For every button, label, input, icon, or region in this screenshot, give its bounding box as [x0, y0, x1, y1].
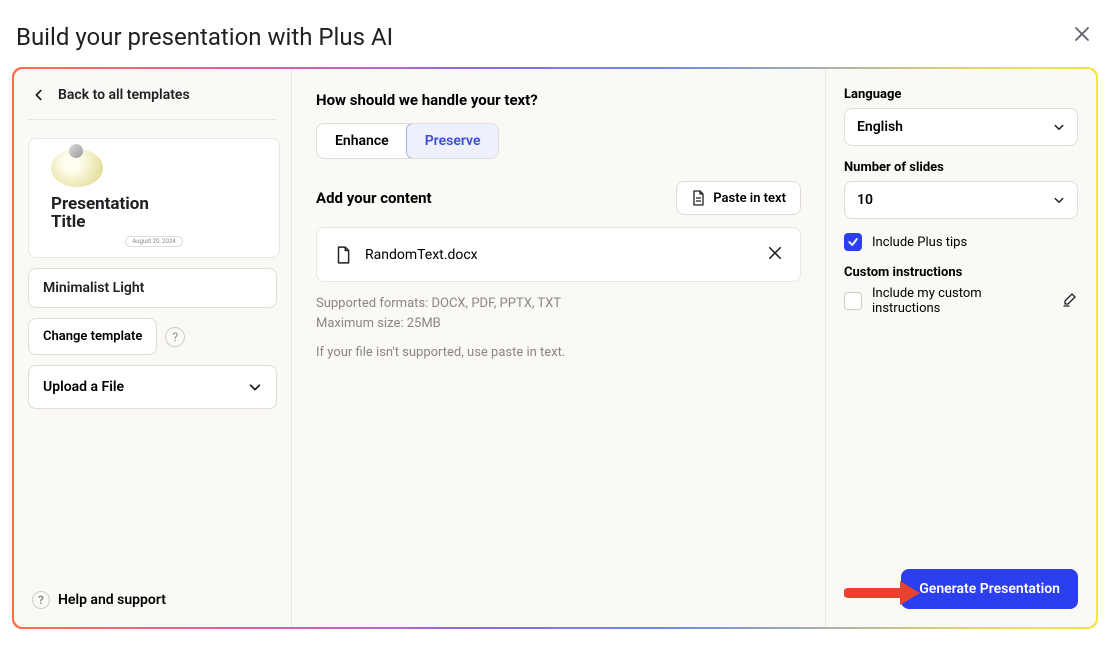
edit-icon — [1062, 291, 1078, 307]
include-tips-checkbox[interactable] — [844, 233, 862, 251]
chevron-down-icon — [248, 380, 262, 394]
remove-file-button[interactable] — [768, 244, 782, 265]
chevron-left-icon — [32, 88, 46, 102]
help-support-label: Help and support — [58, 592, 166, 608]
change-template-button[interactable]: Change template — [28, 318, 157, 355]
paste-label: Paste in text — [713, 191, 786, 206]
content-panel: How should we handle your text? Enhance … — [292, 69, 826, 627]
template-name-field[interactable]: Minimalist Light — [28, 268, 277, 308]
custom-instructions-heading: Custom instructions — [844, 265, 1078, 280]
include-custom-checkbox[interactable] — [844, 292, 862, 310]
orb-graphic — [51, 149, 103, 187]
text-handling-heading: How should we handle your text? — [316, 91, 801, 109]
settings-panel: Language English Number of slides 10 Inc… — [826, 69, 1096, 627]
question-icon: ? — [38, 593, 44, 607]
max-size-text: Maximum size: 25MB — [316, 314, 801, 334]
slides-label: Number of slides — [844, 160, 1078, 175]
template-sidebar: Back to all templates Presentation Title… — [14, 69, 292, 627]
uploaded-file-chip: RandomText.docx — [316, 227, 801, 282]
check-icon — [847, 236, 859, 248]
add-content-heading: Add your content — [316, 189, 432, 207]
generate-presentation-button[interactable]: Generate Presentation — [901, 569, 1078, 609]
fallback-text: If your file isn't supported, use paste … — [316, 343, 801, 363]
chevron-down-icon — [1053, 121, 1065, 133]
supported-formats-text: Supported formats: DOCX, PDF, PPTX, TXT — [316, 294, 801, 314]
include-custom-label: Include my custom instructions — [872, 286, 1052, 316]
chevron-down-icon — [1053, 194, 1065, 206]
document-icon — [691, 190, 705, 206]
slides-value: 10 — [857, 192, 873, 208]
language-value: English — [857, 119, 903, 135]
edit-custom-button[interactable] — [1062, 291, 1078, 311]
template-thumbnail: Presentation Title August 20, 2024 — [28, 138, 280, 258]
language-label: Language — [844, 87, 1078, 102]
file-icon — [335, 246, 351, 264]
text-handling-segment: Enhance Preserve — [316, 123, 499, 159]
preserve-option[interactable]: Preserve — [406, 123, 500, 159]
back-to-templates-button[interactable]: Back to all templates — [28, 87, 277, 120]
slides-select[interactable]: 10 — [844, 181, 1078, 219]
close-button[interactable] — [1070, 22, 1094, 51]
template-help-button[interactable]: ? — [165, 327, 185, 347]
paste-in-text-button[interactable]: Paste in text — [676, 181, 801, 215]
thumb-title-1: Presentation — [51, 195, 257, 214]
back-label: Back to all templates — [58, 87, 190, 103]
enhance-option[interactable]: Enhance — [317, 124, 407, 158]
help-support-link[interactable]: ? Help and support — [32, 591, 166, 609]
upload-file-select[interactable]: Upload a File — [28, 365, 277, 409]
close-icon — [768, 246, 782, 260]
close-icon — [1074, 26, 1090, 42]
question-icon: ? — [172, 330, 178, 344]
thumb-title-2: Title — [51, 213, 257, 232]
language-select[interactable]: English — [844, 108, 1078, 146]
upload-label: Upload a File — [43, 379, 124, 395]
include-tips-label: Include Plus tips — [872, 235, 967, 250]
thumb-date: August 20, 2024 — [125, 236, 182, 247]
file-name: RandomText.docx — [365, 247, 478, 263]
page-title: Build your presentation with Plus AI — [16, 23, 393, 51]
